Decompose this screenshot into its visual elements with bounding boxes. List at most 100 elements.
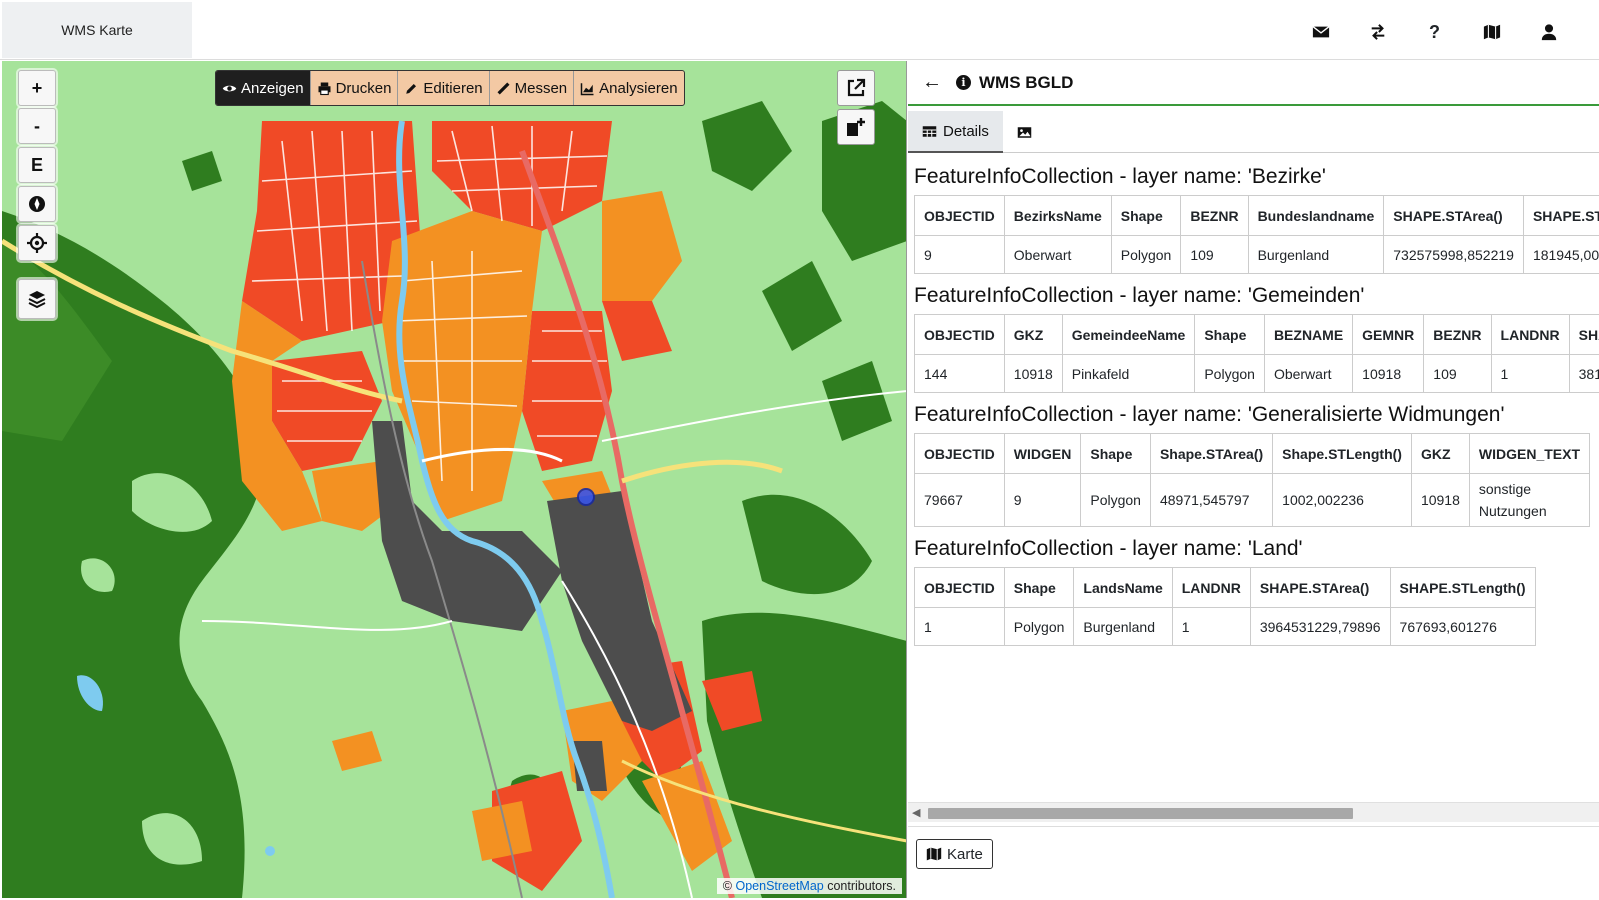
app-title: WMS Karte [61, 22, 133, 38]
back-arrow-icon[interactable]: ← [922, 71, 942, 94]
table-cell: Burgenland [1247, 235, 1385, 274]
panel-title-text: WMS BGLD [979, 72, 1074, 92]
column-header: OBJECTID [914, 195, 1005, 236]
column-header: OBJECTID [914, 433, 1005, 474]
map-view[interactable]: + - E Anzeigen Drucken Editieren Messen … [2, 61, 907, 898]
locate-button[interactable] [18, 225, 56, 261]
table-cell: 10918 [1003, 354, 1063, 393]
map-attribution: © OpenStreetMap contributors. [716, 878, 902, 894]
ruler-icon [497, 82, 510, 94]
tool-drucken[interactable]: Drucken [311, 71, 399, 105]
table-header-row: OBJECTID Shape LandsName LANDNR SHAPE.STArea… [914, 567, 1536, 608]
table-cell: 1002,002236 [1272, 473, 1412, 527]
map-canvas[interactable] [2, 61, 907, 898]
table-cell: Pinkafeld [1061, 354, 1196, 393]
tool-anzeigen[interactable]: Anzeigen [216, 71, 311, 105]
feature-info-panel: ← i WMS BGLD Details FeatureInfoCollecti… [908, 61, 1599, 900]
column-header: BEZNR [1180, 195, 1249, 236]
exchange-icon[interactable] [1349, 18, 1406, 46]
mail-icon[interactable] [1292, 18, 1349, 46]
info-icon: i [956, 75, 971, 90]
column-header: WIDGEN_TEXT [1468, 433, 1591, 474]
horizontal-scrollbar[interactable]: ◀ [908, 802, 1599, 822]
table-header-row: OBJECTID BezirksName Shape BEZNR Bundeslandn… [914, 195, 1599, 236]
column-header: BezirksName [1003, 195, 1112, 236]
table-cell: 1 [1171, 607, 1251, 646]
chart-icon [580, 82, 594, 95]
column-header: BEZNR [1423, 314, 1492, 355]
layers-button[interactable] [18, 279, 56, 319]
map-icon [926, 847, 942, 861]
table-icon [922, 125, 937, 137]
top-navbar: WMS Karte ? [0, 0, 1599, 60]
user-icon[interactable] [1520, 18, 1577, 46]
tool-editieren[interactable]: Editieren [398, 71, 490, 105]
tool-label: Analysieren [599, 79, 678, 97]
column-header: OBJECTID [914, 567, 1005, 608]
table-header-row: OBJECTID GKZ GemeindeeName Shape BEZNAME GEMN… [914, 314, 1599, 355]
feature-info-content[interactable]: FeatureInfoCollection - layer name: 'Bez… [914, 161, 1599, 801]
zoom-in-glyph: + [31, 77, 43, 98]
edit-mode-button[interactable]: E [18, 147, 56, 183]
column-header: SHAPE.STArea() [1568, 314, 1599, 355]
zoom-out-button[interactable]: - [18, 108, 56, 144]
compass-icon [29, 196, 45, 212]
tool-messen[interactable]: Messen [490, 71, 575, 105]
column-header: BEZNAME [1263, 314, 1354, 355]
help-glyph: ? [1429, 21, 1440, 42]
table-cell: 181945,000000 [1522, 235, 1599, 274]
crosshair-icon [27, 233, 47, 253]
table-cell: 48971,545797 [1149, 473, 1274, 527]
column-header: Shape [1110, 195, 1182, 236]
column-header: GemeindeeName [1061, 314, 1196, 355]
column-header: Bundeslandname [1247, 195, 1385, 236]
compass-button[interactable] [18, 186, 56, 222]
karte-button[interactable]: Karte [916, 839, 993, 869]
eye-icon [222, 85, 237, 91]
layer-title: FeatureInfoCollection - layer name: 'Lan… [914, 537, 1303, 560]
zoom-out-glyph: - [34, 115, 40, 136]
table-cell: 767693,601276 [1389, 607, 1536, 646]
add-layer-button[interactable] [837, 109, 875, 145]
column-header: GEMNR [1352, 314, 1425, 355]
scroll-left-icon[interactable]: ◀ [912, 806, 920, 819]
feature-table: OBJECTID WIDGEN Shape Shape.STArea() Shape.S… [914, 433, 1591, 527]
table-cell: Polygon [1003, 607, 1075, 646]
open-external-button[interactable] [837, 70, 875, 106]
table-cell: 9 [1003, 473, 1082, 527]
map-icon[interactable] [1463, 18, 1520, 46]
feature-table: OBJECTID GKZ GemeindeeName Shape BEZNAME GEMN… [914, 314, 1599, 393]
table-cell: Polygon [1194, 354, 1265, 393]
column-header: LandsName [1073, 567, 1173, 608]
tab-details[interactable]: Details [908, 111, 1003, 153]
column-header: Shape.STArea() [1149, 433, 1274, 474]
zoom-in-button[interactable]: + [18, 70, 56, 106]
column-header: SHAPE.STArea() [1383, 195, 1524, 236]
pencil-icon [406, 83, 417, 94]
osm-link[interactable]: OpenStreetMap [735, 879, 823, 893]
edit-mode-glyph: E [30, 154, 43, 175]
karte-label: Karte [947, 845, 983, 863]
attribution-prefix: © [722, 879, 736, 893]
layer-title: FeatureInfoCollection - layer name: 'Gem… [914, 284, 1365, 307]
scrollbar-thumb[interactable] [928, 808, 1353, 819]
image-icon [1017, 126, 1032, 138]
column-header: Shape [1080, 433, 1151, 474]
print-icon [318, 82, 331, 95]
column-header: Shape [1003, 567, 1075, 608]
table-cell: sonstige Nutzungen [1468, 473, 1591, 527]
map-toolbar: Anzeigen Drucken Editieren Messen Analys… [215, 70, 685, 106]
table-cell: 1 [1490, 354, 1570, 393]
app-tab[interactable]: WMS Karte [2, 2, 192, 58]
help-icon[interactable]: ? [1406, 18, 1463, 46]
tab-image[interactable] [1003, 111, 1046, 153]
table-cell: 109 [1423, 354, 1492, 393]
tool-label: Anzeigen [241, 79, 304, 97]
table-cell: Polygon [1080, 473, 1151, 527]
table-cell: 79667 [914, 473, 1005, 527]
tool-analysieren[interactable]: Analysieren [574, 71, 683, 105]
attribution-suffix: contributors. [823, 879, 896, 893]
tool-label: Drucken [335, 79, 392, 97]
layer-title: FeatureInfoCollection - layer name: 'Bez… [914, 165, 1326, 188]
external-link-icon [847, 78, 866, 97]
